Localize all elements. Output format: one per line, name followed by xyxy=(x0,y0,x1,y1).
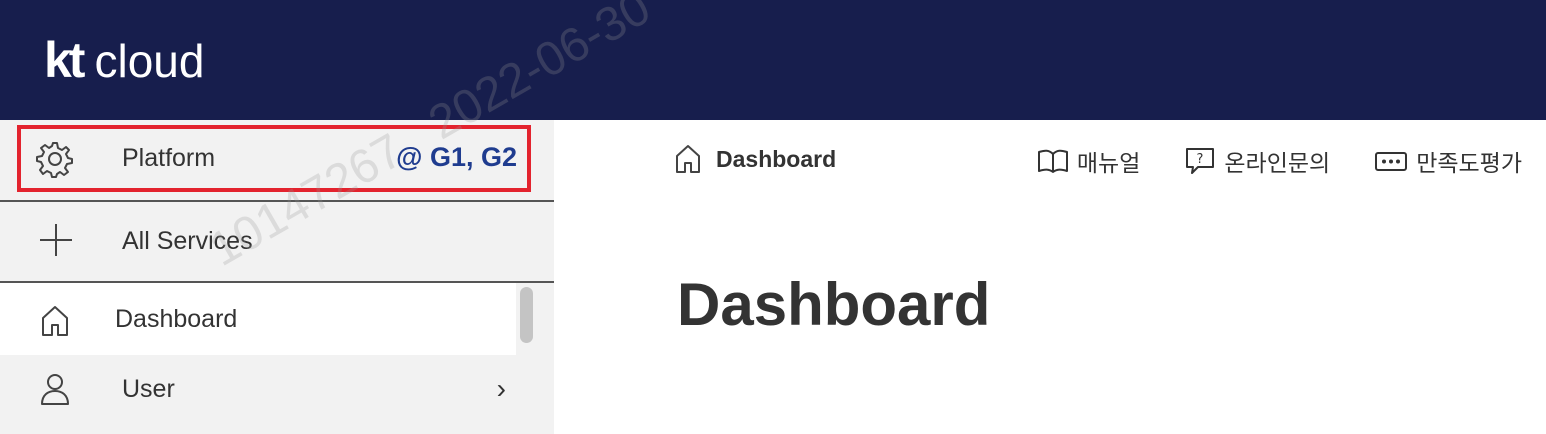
chevron-right-icon: › xyxy=(496,373,506,404)
main-content: Dashboard 매뉴얼 ? 온라인문의 만족도평가 Dashboard xyxy=(554,120,1546,434)
all-services-label: All Services xyxy=(122,227,253,255)
kt-cloud-logo[interactable]: kt cloud xyxy=(44,30,204,90)
nav-list: Dashboard User › xyxy=(0,283,554,434)
question-chat-icon: ? xyxy=(1186,148,1215,174)
top-header: kt cloud xyxy=(0,0,1546,120)
sidebar-item-label: User xyxy=(122,375,175,403)
highlight-box xyxy=(17,125,531,192)
platform-selector[interactable]: Platform @ G1, G2 xyxy=(0,120,554,200)
manual-link[interactable]: 매뉴얼 xyxy=(1037,144,1140,178)
logo-cloud: cloud xyxy=(94,35,205,87)
home-icon xyxy=(42,306,68,336)
satisfaction-survey-label: 만족도평가 xyxy=(1416,150,1522,176)
online-inquiry-label: 온라인문의 xyxy=(1224,150,1331,176)
scrollbar-thumb[interactable] xyxy=(520,287,533,343)
satisfaction-survey-link[interactable]: 만족도평가 xyxy=(1374,144,1522,178)
sidebar: Platform @ G1, G2 All Services Dashboard… xyxy=(0,120,554,434)
logo-kt: kt xyxy=(44,32,86,88)
breadcrumb-current[interactable]: Dashboard xyxy=(716,146,836,173)
user-icon xyxy=(41,374,69,405)
home-icon xyxy=(676,145,700,173)
page-title: Dashboard xyxy=(677,271,991,338)
plus-icon xyxy=(40,224,72,256)
sidebar-item-dashboard[interactable]: Dashboard xyxy=(0,283,516,355)
sidebar-item-label: Dashboard xyxy=(115,305,238,333)
utility-links: 매뉴얼 ? 온라인문의 만족도평가 xyxy=(1037,144,1522,178)
online-inquiry-link[interactable]: ? 온라인문의 xyxy=(1184,144,1330,178)
breadcrumb: Dashboard xyxy=(674,144,836,174)
book-icon xyxy=(1037,149,1068,173)
svg-text:?: ? xyxy=(1197,152,1204,167)
sidebar-item-user[interactable]: User › xyxy=(0,355,516,434)
all-services-button[interactable]: All Services xyxy=(0,202,554,282)
ellipsis-chat-icon xyxy=(1375,152,1408,171)
manual-label: 매뉴얼 xyxy=(1076,150,1141,176)
